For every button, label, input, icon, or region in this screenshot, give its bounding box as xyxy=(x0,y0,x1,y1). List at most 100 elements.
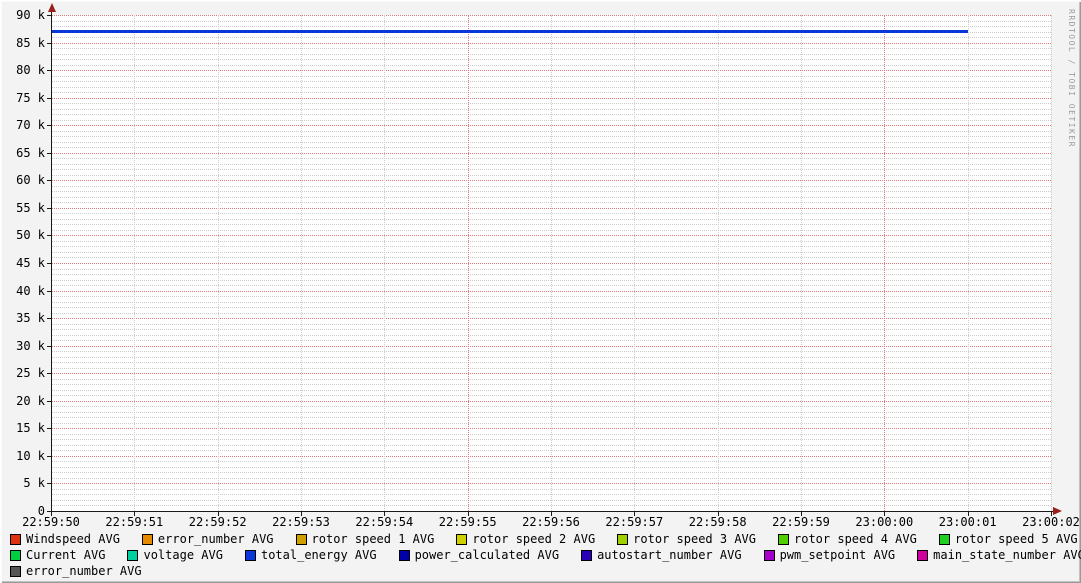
y-axis-label: 45 k xyxy=(0,257,45,269)
y-axis-tick xyxy=(47,153,51,154)
x-axis-tick xyxy=(134,512,135,516)
x-axis-label: 22:59:54 xyxy=(355,516,413,528)
x-axis-label: 22:59:53 xyxy=(272,516,330,528)
legend-item: error_number AVG xyxy=(10,565,142,578)
legend-label: rotor speed 5 AVG xyxy=(955,533,1078,546)
legend-label: rotor speed 3 AVG xyxy=(633,533,756,546)
legend-swatch xyxy=(939,534,950,545)
y-axis-tick xyxy=(47,428,51,429)
minor-gridline-v xyxy=(384,15,385,511)
x-axis-arrow-icon xyxy=(1053,507,1062,515)
legend-item: pwm_setpoint AVG xyxy=(764,549,896,562)
x-axis-tick xyxy=(884,512,885,516)
minor-gridline-v xyxy=(1051,15,1052,511)
y-axis-tick xyxy=(47,263,51,264)
y-axis-tick xyxy=(47,70,51,71)
y-axis-tick xyxy=(47,235,51,236)
legend-label: rotor speed 2 AVG xyxy=(472,533,595,546)
legend-label: autostart_number AVG xyxy=(597,549,742,562)
x-axis-tick xyxy=(384,512,385,516)
y-axis-label: 40 k xyxy=(0,285,45,297)
minor-gridline-v xyxy=(218,15,219,511)
legend-label: Current AVG xyxy=(26,549,105,562)
y-axis-label: 90 k xyxy=(0,9,45,21)
x-axis-tick xyxy=(51,512,52,516)
watermark: RRDTOOL / TOBI OETIKER xyxy=(1067,9,1076,148)
legend-item: error_number AVG xyxy=(142,533,274,546)
legend-item: voltage AVG xyxy=(127,549,222,562)
y-axis-label: 60 k xyxy=(0,174,45,186)
y-axis-label: 5 k xyxy=(0,477,45,489)
x-axis-tick xyxy=(968,512,969,516)
y-axis-tick xyxy=(47,291,51,292)
legend-label: error_number AVG xyxy=(158,533,274,546)
legend-swatch xyxy=(10,550,21,561)
minor-gridline-v xyxy=(968,15,969,511)
legend-swatch xyxy=(245,550,256,561)
x-axis-label: 22:59:51 xyxy=(105,516,163,528)
legend-item: rotor speed 1 AVG xyxy=(296,533,435,546)
y-axis-label: 75 k xyxy=(0,92,45,104)
y-axis-tick xyxy=(47,180,51,181)
legend-swatch xyxy=(581,550,592,561)
x-axis-tick xyxy=(468,512,469,516)
x-axis-tick xyxy=(1051,512,1052,516)
legend-item: rotor speed 5 AVG xyxy=(939,533,1078,546)
y-axis-label: 20 k xyxy=(0,395,45,407)
y-axis xyxy=(51,8,52,512)
y-axis-label: 30 k xyxy=(0,340,45,352)
x-axis-label: 22:59:56 xyxy=(522,516,580,528)
y-axis-label: 55 k xyxy=(0,202,45,214)
y-axis-tick xyxy=(47,346,51,347)
y-axis-tick xyxy=(47,483,51,484)
legend-item: rotor speed 2 AVG xyxy=(456,533,595,546)
legend-swatch xyxy=(778,534,789,545)
legend-item: rotor speed 3 AVG xyxy=(617,533,756,546)
y-axis-label: 70 k xyxy=(0,119,45,131)
legend-swatch xyxy=(127,550,138,561)
legend: Windspeed AVG error_number AVG rotor speed… xyxy=(10,532,1081,580)
y-axis-tick xyxy=(47,98,51,99)
x-axis-tick xyxy=(718,512,719,516)
y-axis-label: 85 k xyxy=(0,37,45,49)
x-axis-tick xyxy=(218,512,219,516)
minor-gridline-v xyxy=(551,15,552,511)
legend-swatch xyxy=(296,534,307,545)
legend-item: autostart_number AVG xyxy=(581,549,742,562)
y-axis-label: 15 k xyxy=(0,422,45,434)
legend-label: error_number AVG xyxy=(26,565,142,578)
legend-swatch xyxy=(456,534,467,545)
x-axis-label: 22:59:50 xyxy=(22,516,80,528)
legend-row: error_number AVG xyxy=(10,564,1081,579)
rrdtool-graph: 90 k 85 k 80 k 75 k 70 k 65 k 60 k 55 k 50 k 45 k… xyxy=(0,0,1081,583)
legend-label: pwm_setpoint AVG xyxy=(780,549,896,562)
legend-label: voltage AVG xyxy=(143,549,222,562)
x-axis-label: 22:59:55 xyxy=(439,516,497,528)
x-axis-label: 22:59:59 xyxy=(772,516,830,528)
legend-label: total_energy AVG xyxy=(261,549,377,562)
legend-row: Current AVG voltage AVG total_energy AVG po… xyxy=(10,548,1081,563)
minor-gridline-v xyxy=(301,15,302,511)
x-axis-label: 23:00:02 xyxy=(1022,516,1080,528)
legend-swatch xyxy=(142,534,153,545)
y-axis-label: 65 k xyxy=(0,147,45,159)
legend-item: total_energy AVG xyxy=(245,549,377,562)
legend-label: main_state_number AVG xyxy=(933,549,1081,562)
x-axis-label: 22:59:58 xyxy=(689,516,747,528)
plot-area xyxy=(51,15,1051,511)
x-axis-label: 22:59:57 xyxy=(605,516,663,528)
y-axis-label: 35 k xyxy=(0,312,45,324)
data-line-total_energy-avg xyxy=(51,30,968,33)
x-axis-tick xyxy=(634,512,635,516)
y-axis-label: 80 k xyxy=(0,64,45,76)
y-axis-label: 50 k xyxy=(0,229,45,241)
x-axis-tick xyxy=(551,512,552,516)
legend-item: power_calculated AVG xyxy=(399,549,560,562)
minor-gridline-v xyxy=(801,15,802,511)
y-axis-tick xyxy=(47,456,51,457)
x-axis-label: 23:00:00 xyxy=(855,516,913,528)
y-axis-tick xyxy=(47,401,51,402)
major-gridline-v xyxy=(468,15,469,511)
legend-item: Current AVG xyxy=(10,549,105,562)
legend-label: Windspeed AVG xyxy=(26,533,120,546)
